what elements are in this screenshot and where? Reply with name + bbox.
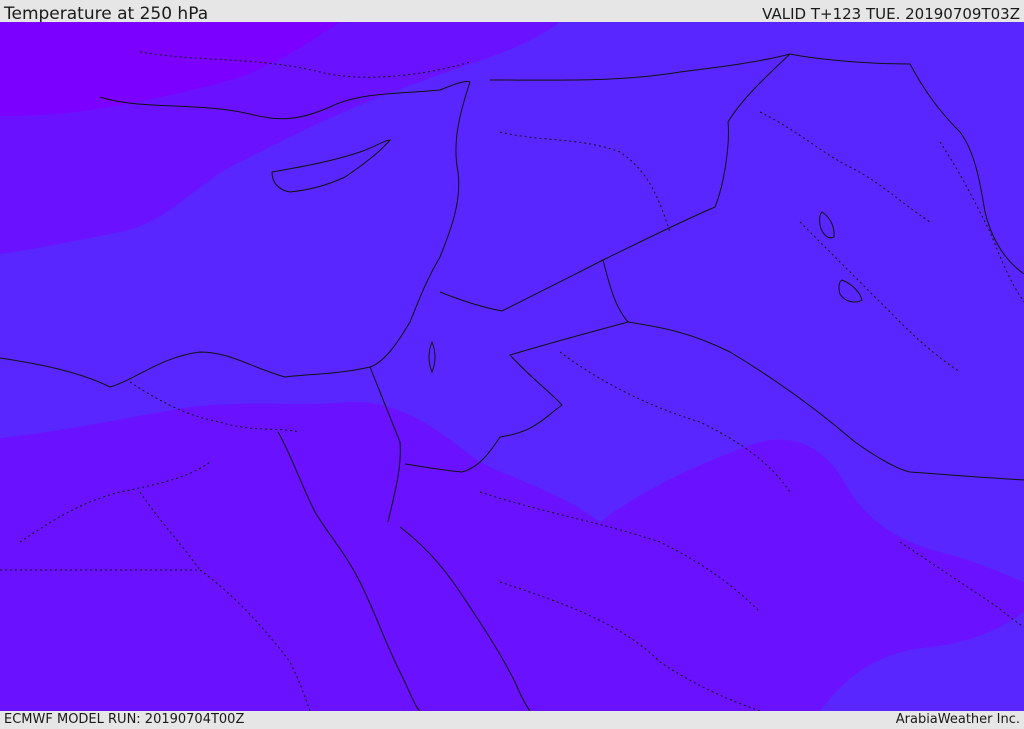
model-run-label: ECMWF MODEL RUN: 20190704T00Z: [4, 712, 245, 727]
map-panel[interactable]: [0, 22, 1024, 711]
header-bar: Temperature at 250 hPa VALID T+123 TUE. …: [0, 0, 1024, 24]
map-canvas[interactable]: [0, 22, 1024, 711]
credit-label: ArabiaWeather Inc.: [895, 712, 1020, 727]
footer-bar: ECMWF MODEL RUN: 20190704T00Z ArabiaWeat…: [0, 711, 1024, 729]
